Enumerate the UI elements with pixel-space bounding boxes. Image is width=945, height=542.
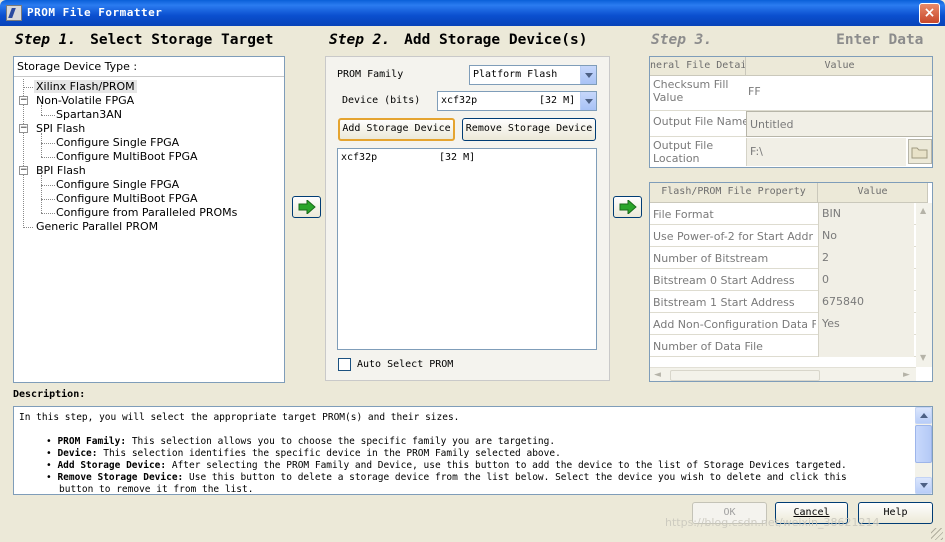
output-file-name-label: Output File Name [653, 115, 750, 128]
device-size: [32 M] [439, 152, 476, 163]
auto-select-checkbox[interactable] [338, 358, 351, 371]
grid-header-detail: General File Detail [650, 57, 746, 76]
tree-item-spi-flash[interactable]: SPI Flash [36, 122, 85, 135]
checksum-fill-value[interactable]: FF [748, 85, 761, 98]
step2-heading: Step 2. Add Storage Device(s) [329, 32, 587, 48]
description-bullet: • PROM Family: This selection allows you… [46, 436, 556, 447]
title-bar: PROM File Formatter × [0, 0, 945, 26]
add-non-config-label: Add Non-Configuration Data Files [653, 318, 816, 331]
number-of-data-file-label: Number of Data File [653, 340, 763, 353]
bitstream-1-start-label: Bitstream 1 Start Address [653, 296, 795, 309]
step2-number: Step 2. [329, 32, 391, 48]
device-size: [32 M] [539, 95, 576, 106]
description-bullet: • Device: This selection identifies the … [46, 448, 561, 459]
app-icon [6, 5, 22, 21]
description-continuation: button to remove it from the list. [59, 484, 254, 495]
number-of-bitstream-value[interactable]: 2 [818, 247, 914, 269]
checksum-fill-label: Checksum Fill Value [653, 78, 729, 104]
step1-number: Step 1. [15, 32, 77, 48]
power-of-2-label: Use Power-of-2 for Start Addr [653, 230, 814, 243]
browse-folder-button[interactable] [908, 139, 932, 164]
collapse-icon[interactable]: − [19, 124, 28, 133]
tree-item-xilinx-flash[interactable]: Xilinx Flash/PROM [34, 80, 137, 93]
resize-grip[interactable] [931, 528, 943, 540]
number-of-bitstream-label: Number of Bitstream [653, 252, 769, 265]
power-of-2-value[interactable]: No [818, 225, 914, 247]
device-name: xcf32p [341, 152, 378, 163]
scroll-thumb[interactable] [915, 425, 932, 463]
bitstream-0-start-label: Bitstream 0 Start Address [653, 274, 795, 287]
tree-item-bpi-multiboot-fpga[interactable]: Configure MultiBoot FPGA [56, 192, 198, 205]
tree-item-spi-single-fpga[interactable]: Configure Single FPGA [56, 136, 179, 149]
grid-header-value: Value [818, 183, 928, 203]
tree-item-non-volatile-fpga[interactable]: Non-Volatile FPGA [36, 94, 134, 107]
prom-property-grid: Flash/PROM File Property Value File Form… [649, 182, 933, 382]
hscroll-thumb[interactable] [670, 370, 820, 381]
tree-item-bpi-single-fpga[interactable]: Configure Single FPGA [56, 178, 179, 191]
storage-device-list[interactable]: xcf32p [32 M] [337, 148, 597, 350]
add-non-config-value[interactable]: Yes [818, 313, 914, 335]
tree-item-generic-parallel-prom[interactable]: Generic Parallel PROM [36, 220, 158, 233]
description-vscroll[interactable] [915, 407, 932, 494]
grid-header-value: Value [746, 57, 932, 76]
window-title: PROM File Formatter [27, 6, 163, 19]
property-grid-hscroll[interactable]: ◄ ► [650, 367, 916, 381]
tree-item-bpi-flash[interactable]: BPI Flash [36, 164, 86, 177]
prom-family-select[interactable]: Platform Flash [469, 65, 597, 85]
next-step2-button[interactable] [292, 196, 321, 218]
scroll-down-icon[interactable]: ▼ [920, 353, 926, 362]
property-grid-vscroll[interactable]: ▲ ▼ [916, 203, 932, 367]
step1-title: Select Storage Target [90, 32, 274, 48]
chevron-down-icon [580, 66, 596, 84]
storage-device-tree[interactable]: Storage Device Type : − − − Xilinx Flash… [13, 56, 285, 383]
auto-select-label: Auto Select PROM [357, 359, 454, 370]
watermark: https://blog.csdn.net/weixin_38621214 [665, 516, 880, 529]
bitstream-1-start-value[interactable]: 675840 [818, 291, 914, 313]
prom-family-value: Platform Flash [473, 69, 558, 80]
add-storage-device-button[interactable]: Add Storage Device [338, 118, 455, 141]
file-format-label: File Format [653, 208, 714, 221]
next-step3-button[interactable] [613, 196, 642, 218]
grid-header-property: Flash/PROM File Property [650, 183, 818, 203]
description-bullet: • Add Storage Device: After selecting th… [46, 460, 847, 471]
arrow-right-icon [619, 200, 637, 214]
output-file-location-label: Output File Location [653, 139, 714, 165]
chevron-down-icon [580, 92, 596, 110]
output-file-location-input[interactable]: F:\ [746, 138, 906, 166]
step1-heading: Step 1. Select Storage Target [15, 32, 273, 48]
step2-title: Add Storage Device(s) [404, 32, 588, 48]
description-intro: In this step, you will select the approp… [19, 412, 460, 423]
output-file-name-input[interactable]: Untitled [746, 111, 932, 137]
scroll-down-icon[interactable] [915, 477, 932, 494]
arrow-right-icon [298, 200, 316, 214]
scroll-right-icon[interactable]: ► [903, 370, 910, 380]
tree-header: Storage Device Type : [14, 57, 284, 77]
device-select[interactable]: xcf32p [32 M] [437, 91, 597, 111]
general-file-grid: General File Detail Value Checksum Fill … [649, 56, 933, 168]
scroll-up-icon[interactable] [915, 407, 932, 424]
number-of-data-file-value[interactable] [818, 335, 914, 357]
remove-storage-device-button[interactable]: Remove Storage Device [462, 118, 596, 141]
tree-item-spi-multiboot-fpga[interactable]: Configure MultiBoot FPGA [56, 150, 198, 163]
description-box[interactable]: In this step, you will select the approp… [13, 406, 933, 495]
prom-family-label: PROM Family [337, 69, 404, 80]
description-bullet: • Remove Storage Device: Use this button… [46, 472, 847, 483]
folder-icon [911, 147, 928, 159]
scroll-left-icon[interactable]: ◄ [654, 370, 661, 380]
collapse-icon[interactable]: − [19, 96, 28, 105]
file-format-value[interactable]: BIN [818, 203, 914, 225]
scroll-up-icon[interactable]: ▲ [920, 206, 926, 215]
device-label: Device (bits) [342, 95, 421, 106]
step3-title: Enter Data [836, 32, 924, 48]
description-label: Description: [13, 389, 86, 400]
step3-heading: Step 3. Enter Data [651, 32, 923, 48]
close-button[interactable]: × [919, 3, 940, 24]
list-item[interactable]: xcf32p [32 M] [341, 152, 593, 166]
device-value: xcf32p [441, 95, 478, 106]
step3-number: Step 3. [651, 32, 713, 48]
tree-item-paralleled-proms[interactable]: Configure from Paralleled PROMs [56, 206, 237, 219]
tree-item-spartan3an[interactable]: Spartan3AN [56, 108, 122, 121]
bitstream-0-start-value[interactable]: 0 [818, 269, 914, 291]
collapse-icon[interactable]: − [19, 166, 28, 175]
